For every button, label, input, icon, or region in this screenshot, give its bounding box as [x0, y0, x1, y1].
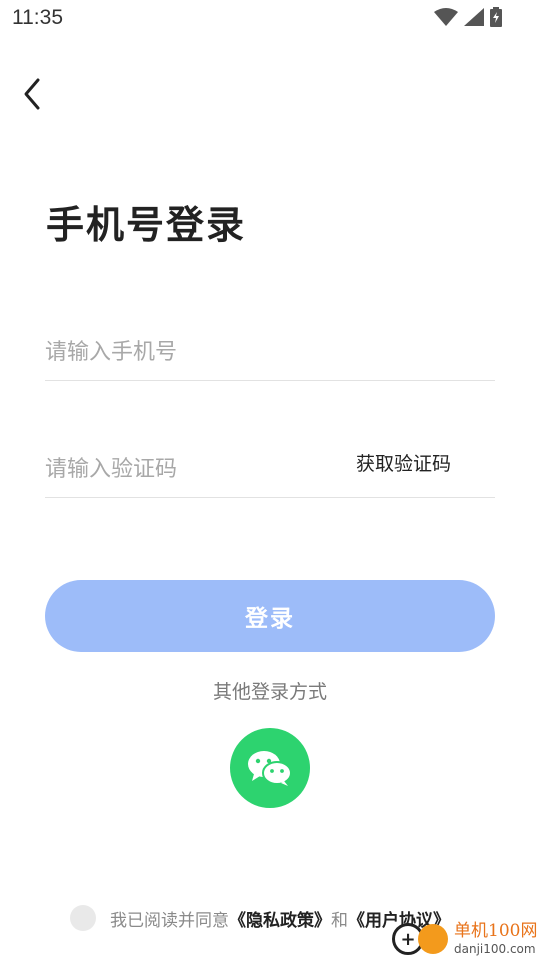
status-bar: 11:35: [0, 0, 540, 36]
wechat-icon: [248, 751, 292, 786]
watermark-en: danji100.com: [454, 942, 536, 956]
code-field: 获取验证码: [45, 437, 495, 498]
watermark-circle-icon: [418, 924, 448, 954]
chevron-left-icon: [24, 78, 40, 110]
watermark-cn: 单机100网: [454, 921, 538, 941]
phone-field: [45, 320, 495, 381]
page-title: 手机号登录: [46, 203, 247, 247]
agreement-and: 和: [331, 910, 348, 931]
code-input[interactable]: [45, 447, 345, 491]
agree-checkbox[interactable]: [70, 905, 96, 931]
status-time: 11:35: [12, 6, 63, 29]
privacy-policy-link[interactable]: 《隐私政策》: [229, 906, 331, 931]
get-code-button[interactable]: 获取验证码: [356, 449, 451, 476]
phone-input[interactable]: [45, 330, 345, 374]
other-login-label: 其他登录方式: [212, 681, 327, 703]
login-button[interactable]: 登录: [45, 580, 495, 652]
watermark-logo: + 单机100网 danji100.com: [392, 918, 540, 960]
back-button[interactable]: [18, 76, 48, 112]
status-icons: [434, 7, 502, 27]
agreement-prefix: 我已阅读并同意: [110, 910, 229, 931]
battery-icon: [490, 7, 502, 27]
wechat-login-button[interactable]: [230, 728, 310, 808]
watermark-text: 单机100网 danji100.com: [454, 921, 538, 956]
signal-icon: [464, 8, 484, 26]
wifi-icon: [434, 8, 458, 26]
